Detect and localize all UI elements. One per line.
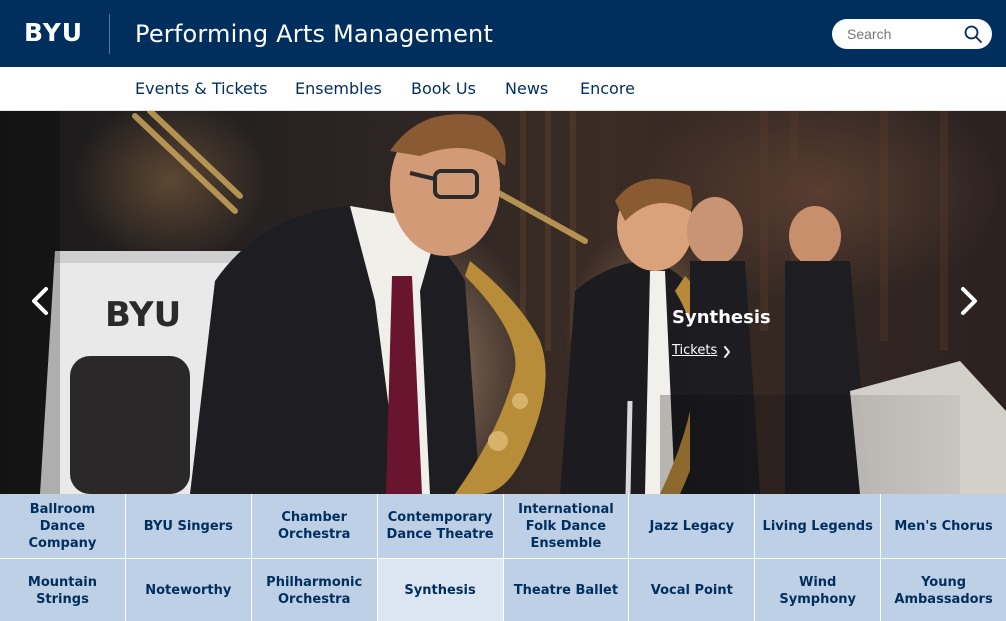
- ensemble-philharmonic-orchestra[interactable]: Philharmonic Orchestra: [251, 559, 377, 621]
- nav-item-ensembles[interactable]: Ensembles: [295, 79, 382, 99]
- chevron-right-icon[interactable]: [953, 281, 983, 321]
- ensemble-theatre-ballet[interactable]: Theatre Ballet: [503, 559, 629, 621]
- nav-item-book-us[interactable]: Book Us: [411, 79, 476, 99]
- ensemble-jazz-legacy[interactable]: Jazz Legacy: [629, 494, 755, 558]
- ensemble-mens-chorus[interactable]: Men's Chorus: [881, 494, 1006, 558]
- hero-caption-title: Synthesis: [672, 307, 771, 328]
- hero-tickets-link[interactable]: Tickets: [672, 343, 717, 359]
- nav-item-events-tickets[interactable]: Events & Tickets: [135, 79, 268, 99]
- ensemble-synthesis[interactable]: Synthesis: [377, 559, 503, 621]
- hero-carousel: BYU: [0, 111, 1006, 494]
- search-box[interactable]: [832, 19, 992, 49]
- ensemble-living-legends[interactable]: Living Legends: [755, 494, 881, 558]
- top-header: BYU Performing Arts Management: [0, 0, 1006, 67]
- ensemble-mountain-strings[interactable]: Mountain Strings: [0, 559, 125, 621]
- ensemble-noteworthy[interactable]: Noteworthy: [125, 559, 251, 621]
- ensemble-wind-symphony[interactable]: Wind Symphony: [755, 559, 881, 621]
- logo-divider: [109, 14, 110, 54]
- ensemble-young-ambassadors[interactable]: Young Ambassadors: [881, 559, 1006, 621]
- nav-item-news[interactable]: News: [505, 79, 548, 99]
- site-title[interactable]: Performing Arts Management: [135, 18, 493, 50]
- search-icon[interactable]: [964, 25, 982, 43]
- ensemble-international-folk-dance[interactable]: International Folk Dance Ensemble: [503, 494, 629, 558]
- ensemble-byu-singers[interactable]: BYU Singers: [125, 494, 251, 558]
- chevron-left-icon[interactable]: [26, 281, 56, 321]
- main-nav: Events & Tickets Ensembles Book Us News …: [0, 67, 1006, 111]
- chevron-right-small-icon[interactable]: [723, 346, 731, 358]
- nav-item-encore[interactable]: Encore: [580, 79, 635, 99]
- ensemble-vocal-point[interactable]: Vocal Point: [629, 559, 755, 621]
- ensemble-ballroom-dance-company[interactable]: Ballroom Dance Company: [0, 494, 125, 558]
- hero-caption: [660, 395, 960, 494]
- byu-logo[interactable]: BYU: [24, 20, 83, 46]
- search-input[interactable]: [847, 26, 965, 42]
- ensemble-grid: Ballroom Dance Company BYU Singers Chamb…: [0, 494, 1006, 621]
- ensemble-chamber-orchestra[interactable]: Chamber Orchestra: [251, 494, 377, 558]
- stand-logo-text: BYU: [105, 295, 181, 335]
- ensemble-contemporary-dance-theatre[interactable]: Contemporary Dance Theatre: [377, 494, 503, 558]
